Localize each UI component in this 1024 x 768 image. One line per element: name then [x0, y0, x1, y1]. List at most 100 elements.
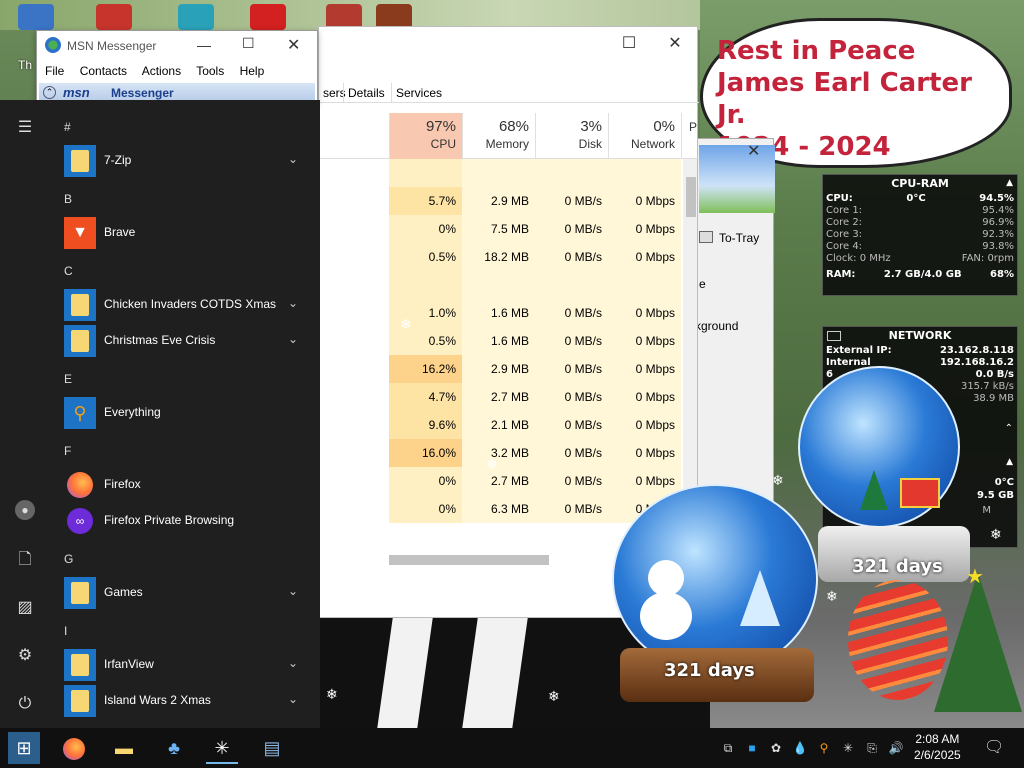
chevron-down-icon[interactable]: ⌄ [288, 584, 298, 598]
app-brave[interactable]: ▼ Brave [62, 216, 312, 250]
firefox-icon[interactable] [58, 732, 90, 764]
file-explorer-icon[interactable]: ▬ [108, 732, 140, 764]
chevron-down-icon[interactable]: ⌄ [288, 152, 298, 166]
minimize-icon[interactable]: — [197, 37, 211, 53]
table-cell-disk: 0 MB/s [535, 327, 608, 355]
core-line: Core 2: 96.9% [823, 217, 1017, 229]
tray-app-icon[interactable]: ✿ [768, 740, 784, 756]
column-disk[interactable]: 3% Disk [535, 113, 608, 159]
scrollbar-thumb[interactable] [686, 177, 696, 217]
table-row[interactable] [389, 271, 683, 299]
tray-icon [699, 231, 713, 243]
desktop-app-icon[interactable] [250, 4, 286, 30]
tray-app-icon[interactable]: ■ [744, 740, 760, 756]
menu-contacts[interactable]: Contacts [80, 64, 127, 78]
tray-app-icon[interactable]: ⧉ [720, 740, 736, 756]
app-chicken-invaders[interactable]: Chicken Invaders COTDS Xmas ⌄ [62, 288, 312, 322]
app-island-wars[interactable]: Island Wars 2 Xmas ⌄ [62, 684, 312, 718]
user-icon[interactable]: ● [15, 500, 35, 520]
maximize-icon[interactable]: ☐ [242, 35, 255, 52]
app-everything[interactable]: ⚲ Everything [62, 396, 312, 430]
start-icon[interactable]: ⊞ [8, 732, 40, 764]
to-tray-button[interactable]: To-Tray [719, 231, 759, 245]
chevron-down-icon[interactable]: ⌄ [288, 332, 298, 346]
menu-tools[interactable]: Tools [196, 64, 224, 78]
star-icon: ★ [966, 566, 984, 588]
app-label: Island Wars 2 Xmas [104, 693, 211, 707]
table-row[interactable]: 0.5% 1.6 MB 0 MB/s 0 Mbps [389, 327, 683, 355]
table-row[interactable]: 0% 7.5 MB 0 MB/s 0 Mbps [389, 215, 683, 243]
chevron-down-icon[interactable]: ⌄ [288, 296, 298, 310]
app-christmas-eve-crisis[interactable]: Christmas Eve Crisis ⌄ [62, 324, 312, 358]
app-firefox-private[interactable]: ∞ Firefox Private Browsing [62, 504, 312, 538]
desktop-app-icon[interactable] [96, 4, 132, 30]
column-memory[interactable]: 68% Memory [462, 113, 535, 159]
notifications-icon[interactable]: 🗨 [984, 740, 1004, 756]
table-row[interactable]: 16.0% 3.2 MB 0 MB/s 0 Mbps [389, 439, 683, 467]
table-cell-mem [462, 159, 535, 187]
pictures-icon[interactable]: ▨ [13, 596, 37, 620]
external-ip-label: External IP: [826, 345, 892, 356]
menu-file[interactable]: File [45, 64, 64, 78]
table-row[interactable]: 5.7% 2.9 MB 0 MB/s 0 Mbps [389, 187, 683, 215]
collapse-icon[interactable]: ▲ [1006, 457, 1013, 467]
collapse-icon[interactable]: ⌃ [43, 86, 56, 99]
table-row[interactable]: 1.0% 1.6 MB 0 MB/s 0 Mbps [389, 299, 683, 327]
app-label: 7-Zip [104, 153, 132, 167]
table-row[interactable]: 9.6% 2.1 MB 0 MB/s 0 Mbps [389, 411, 683, 439]
desktop-app-icon[interactable] [18, 4, 54, 30]
table-row[interactable]: 4.7% 2.7 MB 0 MB/s 0 Mbps [389, 383, 683, 411]
network-icon[interactable]: ⎘ [864, 740, 880, 756]
menu-help[interactable]: Help [240, 64, 265, 78]
hamburger-icon[interactable]: ☰ [13, 116, 37, 140]
app-irfanview[interactable]: IrfanView ⌄ [62, 648, 312, 682]
close-icon[interactable]: ✕ [287, 35, 300, 55]
app-7zip[interactable]: 7-Zip ⌄ [62, 144, 312, 178]
close-icon[interactable]: ✕ [665, 33, 685, 53]
msn-icon[interactable]: ♣ [158, 732, 190, 764]
app-firefox[interactable]: Firefox [62, 468, 312, 502]
clock[interactable]: 2:08 AM 2/6/2025 [914, 731, 961, 763]
power-icon[interactable]: ⏻ [13, 692, 37, 716]
group-letter[interactable]: F [64, 444, 71, 458]
days-counter: 321 days [664, 660, 755, 681]
table-row[interactable]: 0.5% 18.2 MB 0 MB/s 0 Mbps [389, 243, 683, 271]
tab-services[interactable]: Services [391, 83, 446, 103]
column-cpu[interactable]: 97% CPU [389, 113, 462, 159]
group-letter[interactable]: C [64, 264, 73, 278]
network-percent: 0% [653, 118, 675, 135]
volume-icon[interactable]: 🔊 [888, 740, 904, 756]
table-row[interactable]: 0% 2.7 MB 0 MB/s 0 Mbps [389, 467, 683, 495]
table-row[interactable]: 16.2% 2.9 MB 0 MB/s 0 Mbps [389, 355, 683, 383]
tab-details[interactable]: Details [343, 83, 389, 103]
desktop-app-icon[interactable] [178, 4, 214, 30]
snowflake-icon[interactable]: ✳ [206, 732, 238, 764]
chevron-down-icon[interactable]: ⌄ [288, 692, 298, 706]
dialog-text-partial: kground [695, 319, 739, 333]
chevron-down-icon[interactable]: ⌄ [288, 656, 298, 670]
menu-actions[interactable]: Actions [142, 64, 181, 78]
column-power[interactable]: P [681, 113, 699, 159]
group-letter[interactable]: I [64, 624, 67, 638]
table-row[interactable] [389, 159, 683, 187]
magnifier-icon[interactable]: ⚲ [816, 740, 832, 756]
column-network[interactable]: 0% Network [608, 113, 681, 159]
collapse-icon[interactable]: ▲ [1006, 178, 1013, 188]
control-panel-icon[interactable]: ▤ [256, 732, 288, 764]
memory-percent: 68% [498, 118, 529, 135]
group-letter[interactable]: G [64, 552, 73, 566]
close-icon[interactable]: ✕ [747, 141, 760, 161]
ram-label: RAM: [826, 269, 856, 280]
snowflake-icon[interactable]: ✳ [840, 740, 856, 756]
group-letter[interactable]: B [64, 192, 72, 206]
collapse-icon[interactable]: ⌃ [1005, 423, 1013, 434]
maximize-icon[interactable]: ☐ [619, 33, 639, 53]
documents-icon[interactable]: 🗋 [13, 548, 37, 572]
settings-icon[interactable]: ⚙ [13, 644, 37, 668]
group-letter[interactable]: # [64, 120, 71, 134]
tray-app-icon[interactable]: 💧 [792, 740, 808, 756]
group-letter[interactable]: E [64, 372, 72, 386]
app-games[interactable]: Games ⌄ [62, 576, 312, 610]
horizontal-scrollbar[interactable] [389, 555, 549, 565]
table-cell-disk [535, 271, 608, 299]
